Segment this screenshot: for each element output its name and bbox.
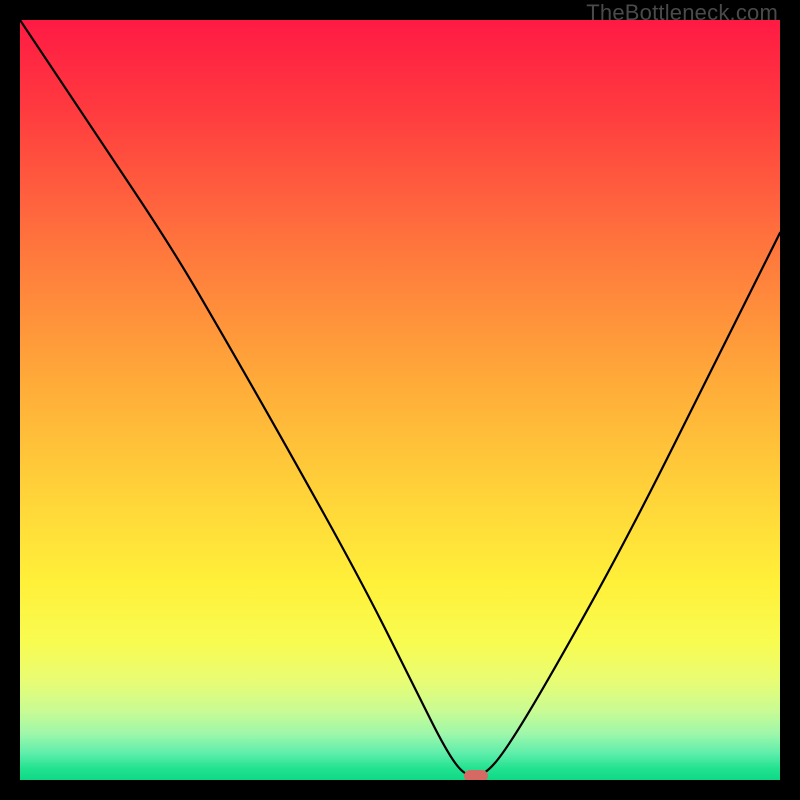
bottleneck-curve: [20, 20, 780, 780]
chart-frame: TheBottleneck.com: [0, 0, 800, 800]
plot-area: [20, 20, 780, 780]
optimal-point-marker: [464, 770, 488, 780]
